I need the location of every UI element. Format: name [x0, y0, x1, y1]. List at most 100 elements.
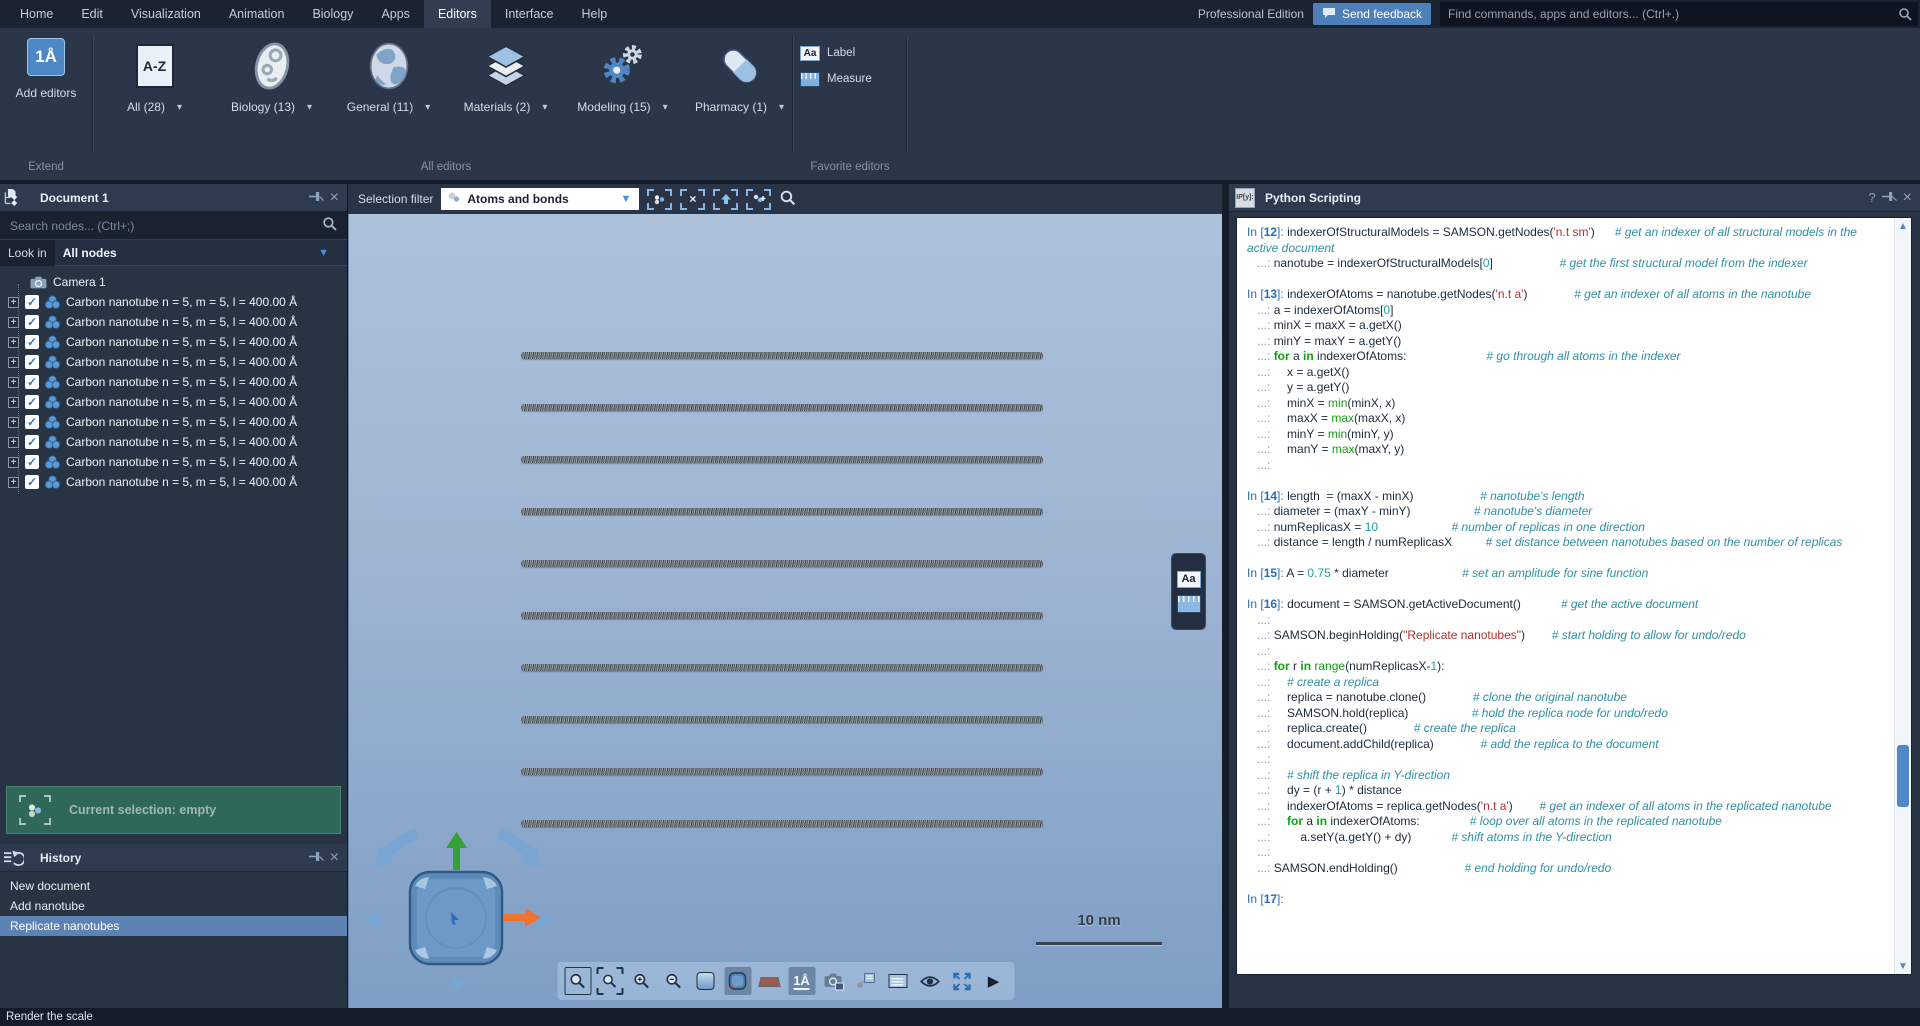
add-editors-button[interactable]: 1Å Add editors	[0, 38, 92, 100]
visibility-checkbox[interactable]: ✓	[25, 395, 39, 409]
node-search-input[interactable]	[0, 219, 322, 233]
scrollbar[interactable]: ▲ ▼	[1894, 218, 1911, 974]
expander-icon[interactable]: +	[8, 437, 19, 448]
deselect-button[interactable]: ×	[680, 189, 705, 210]
visibility-checkbox[interactable]: ✓	[25, 455, 39, 469]
tree-item-nanotube[interactable]: +✓Carbon nanotube n = 5, m = 5, l = 400.…	[0, 392, 347, 412]
tree-item-nanotube[interactable]: +✓Carbon nanotube n = 5, m = 5, l = 400.…	[0, 312, 347, 332]
ribbon-category-layers[interactable]: Materials (2)▾	[447, 38, 564, 114]
ribbon-category-gears[interactable]: Modeling (15)▾	[564, 38, 681, 114]
scroll-up-icon[interactable]: ▲	[1895, 218, 1911, 234]
menu-item-home[interactable]: Home	[6, 0, 67, 28]
dropdown-arrow-icon[interactable]: ▾	[177, 102, 182, 113]
visibility-checkbox[interactable]: ✓	[25, 315, 39, 329]
search-icon[interactable]	[1892, 2, 1918, 26]
tree-item-nanotube[interactable]: +✓Carbon nanotube n = 5, m = 5, l = 400.…	[0, 432, 347, 452]
dropdown-arrow-icon[interactable]: ▾	[779, 102, 784, 113]
help-icon[interactable]: ?	[1868, 191, 1875, 204]
navigation-cube-button[interactable]	[724, 967, 751, 995]
label-tool-button[interactable]	[852, 967, 879, 995]
scroll-down-icon[interactable]: ▼	[1895, 958, 1911, 974]
history-item[interactable]: New document	[0, 876, 347, 896]
scale-bar-button[interactable]: 1Å	[788, 967, 815, 995]
menu-item-biology[interactable]: Biology	[298, 0, 367, 28]
fit-view-button[interactable]	[948, 967, 975, 995]
visibility-checkbox[interactable]: ✓	[25, 375, 39, 389]
zoom-region-button[interactable]	[596, 967, 623, 995]
tree-item-nanotube[interactable]: +✓Carbon nanotube n = 5, m = 5, l = 400.…	[0, 412, 347, 432]
tree-item-nanotube[interactable]: +✓Carbon nanotube n = 5, m = 5, l = 400.…	[0, 372, 347, 392]
zoom-out-button[interactable]	[660, 967, 687, 995]
tree-item-camera[interactable]: Camera 1	[0, 272, 347, 292]
zoom-tool-button[interactable]	[564, 967, 591, 995]
expander-icon[interactable]: +	[8, 417, 19, 428]
ribbon-category-az[interactable]: A-ZAll (28)▾	[96, 38, 213, 114]
ribbon-category-pill[interactable]: Pharmacy (1)▾	[681, 38, 798, 114]
visibility-checkbox[interactable]: ✓	[25, 295, 39, 309]
select-all-button[interactable]	[647, 189, 672, 210]
expander-icon[interactable]: +	[8, 477, 19, 488]
dropdown-arrow-icon[interactable]: ▾	[663, 102, 668, 113]
navigation-gizmo[interactable]	[355, 824, 561, 996]
snapshot-camera-button[interactable]	[820, 967, 847, 995]
python-console[interactable]: In [12]: indexerOfStructuralModels = SAM…	[1237, 218, 1894, 974]
ribbon-category-globe[interactable]: General (11)▾	[330, 38, 447, 114]
presentation-button[interactable]	[884, 967, 911, 995]
expander-icon[interactable]: +	[8, 377, 19, 388]
menu-item-visualization[interactable]: Visualization	[117, 0, 215, 28]
menu-item-animation[interactable]: Animation	[215, 0, 299, 28]
menu-item-apps[interactable]: Apps	[367, 0, 424, 28]
search-icon[interactable]	[779, 189, 804, 210]
menu-item-interface[interactable]: Interface	[491, 0, 568, 28]
add-to-selection-button[interactable]	[746, 189, 771, 210]
close-icon[interactable]: ×	[330, 850, 339, 866]
expander-icon[interactable]: +	[8, 337, 19, 348]
menu-item-editors[interactable]: Editors	[424, 0, 491, 28]
close-icon[interactable]: ×	[330, 190, 339, 206]
favorite-measure-editor[interactable]: Measure	[800, 66, 910, 92]
expander-icon[interactable]: +	[8, 397, 19, 408]
tree-item-nanotube[interactable]: +✓Carbon nanotube n = 5, m = 5, l = 400.…	[0, 452, 347, 472]
menu-item-edit[interactable]: Edit	[67, 0, 117, 28]
expander-icon[interactable]: +	[8, 317, 19, 328]
visibility-checkbox[interactable]: ✓	[25, 335, 39, 349]
menu-item-help[interactable]: Help	[567, 0, 621, 28]
tree-item-nanotube[interactable]: +✓Carbon nanotube n = 5, m = 5, l = 400.…	[0, 472, 347, 492]
visibility-checkbox[interactable]: ✓	[25, 415, 39, 429]
visibility-checkbox[interactable]: ✓	[25, 355, 39, 369]
zoom-in-button[interactable]	[628, 967, 655, 995]
play-button[interactable]: ▶	[980, 967, 1007, 995]
send-feedback-button[interactable]: Send feedback	[1313, 3, 1431, 25]
visibility-checkbox[interactable]: ✓	[25, 475, 39, 489]
selection-filter-select[interactable]: Atoms and bonds ▼	[441, 188, 639, 210]
tree-item-nanotube[interactable]: +✓Carbon nanotube n = 5, m = 5, l = 400.…	[0, 352, 347, 372]
measure-editor-button[interactable]	[1177, 595, 1201, 613]
expander-icon[interactable]: +	[8, 357, 19, 368]
ribbon-category-cell[interactable]: Biology (13)▾	[213, 38, 330, 114]
chevron-down-icon[interactable]: ▼	[318, 247, 339, 259]
favorite-label-editor[interactable]: Aa Label	[800, 40, 910, 66]
expander-icon[interactable]: +	[8, 457, 19, 468]
scrollbar-thumb[interactable]	[1897, 745, 1909, 807]
expander-icon[interactable]: +	[8, 297, 19, 308]
search-icon[interactable]	[322, 216, 347, 236]
label-editor-button[interactable]: Aa	[1177, 571, 1201, 588]
visibility-button[interactable]	[916, 967, 943, 995]
pin-icon[interactable]	[1882, 191, 1897, 204]
tree-item-nanotube[interactable]: +✓Carbon nanotube n = 5, m = 5, l = 400.…	[0, 332, 347, 352]
chevron-down-icon[interactable]: ▼	[620, 193, 633, 205]
visibility-checkbox[interactable]: ✓	[25, 435, 39, 449]
dropdown-arrow-icon[interactable]: ▾	[425, 102, 430, 113]
dropdown-arrow-icon[interactable]: ▾	[307, 102, 312, 113]
tree-item-nanotube[interactable]: +✓Carbon nanotube n = 5, m = 5, l = 400.…	[0, 292, 347, 312]
viewport-canvas[interactable]: 10 nm Aa 1Å ▶	[348, 214, 1222, 1008]
dropdown-arrow-icon[interactable]: ▾	[542, 102, 547, 113]
look-in-select[interactable]: All nodes ▼	[55, 240, 347, 266]
pin-icon[interactable]	[309, 191, 324, 204]
command-search-input[interactable]	[1440, 2, 1892, 26]
viewport-background-button[interactable]	[692, 967, 719, 995]
ground-plane-button[interactable]	[756, 967, 783, 995]
history-item[interactable]: Replicate nanotubes	[0, 916, 347, 936]
history-item[interactable]: Add nanotube	[0, 896, 347, 916]
close-icon[interactable]: ×	[1903, 190, 1912, 206]
